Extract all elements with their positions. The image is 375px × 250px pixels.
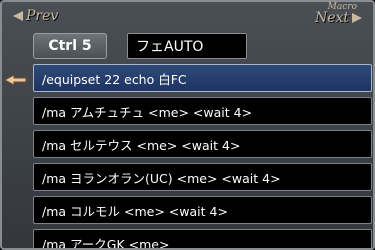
macro-line-4[interactable]: /ma ヨランオラン(UC) <me> <wait 4> <box>33 163 372 191</box>
macro-line-5[interactable]: /ma コルモル <me> <wait 4> <box>33 196 372 224</box>
macro-line-2[interactable]: /ma アムチュチュ <me> <wait 4> <box>33 97 372 125</box>
macro-line-3[interactable]: /ma セルテウス <me> <wait 4> <box>33 130 372 158</box>
next-button[interactable]: Next <box>315 10 365 26</box>
prev-label: Prev <box>26 8 59 24</box>
macro-name-field[interactable]: フェAUTO <box>127 33 247 59</box>
hand-pointer-icon <box>4 74 27 86</box>
macro-key-button[interactable]: Ctrl 5 <box>33 33 107 59</box>
macro-line-6[interactable]: /ma アークGK <me> <box>33 229 372 248</box>
next-label: Next <box>314 10 349 26</box>
macro-lines-list: /equipset 22 echo 白FC /ma アムチュチュ <me> <w… <box>33 64 372 248</box>
arrow-right-icon <box>352 13 362 23</box>
arrow-left-icon <box>13 11 23 21</box>
macro-line-1[interactable]: /equipset 22 echo 白FC <box>33 64 372 92</box>
prev-button[interactable]: Prev <box>10 8 58 24</box>
macro-window: Prev Macro Next Ctrl 5 フェAUTO /equipset … <box>0 0 375 250</box>
